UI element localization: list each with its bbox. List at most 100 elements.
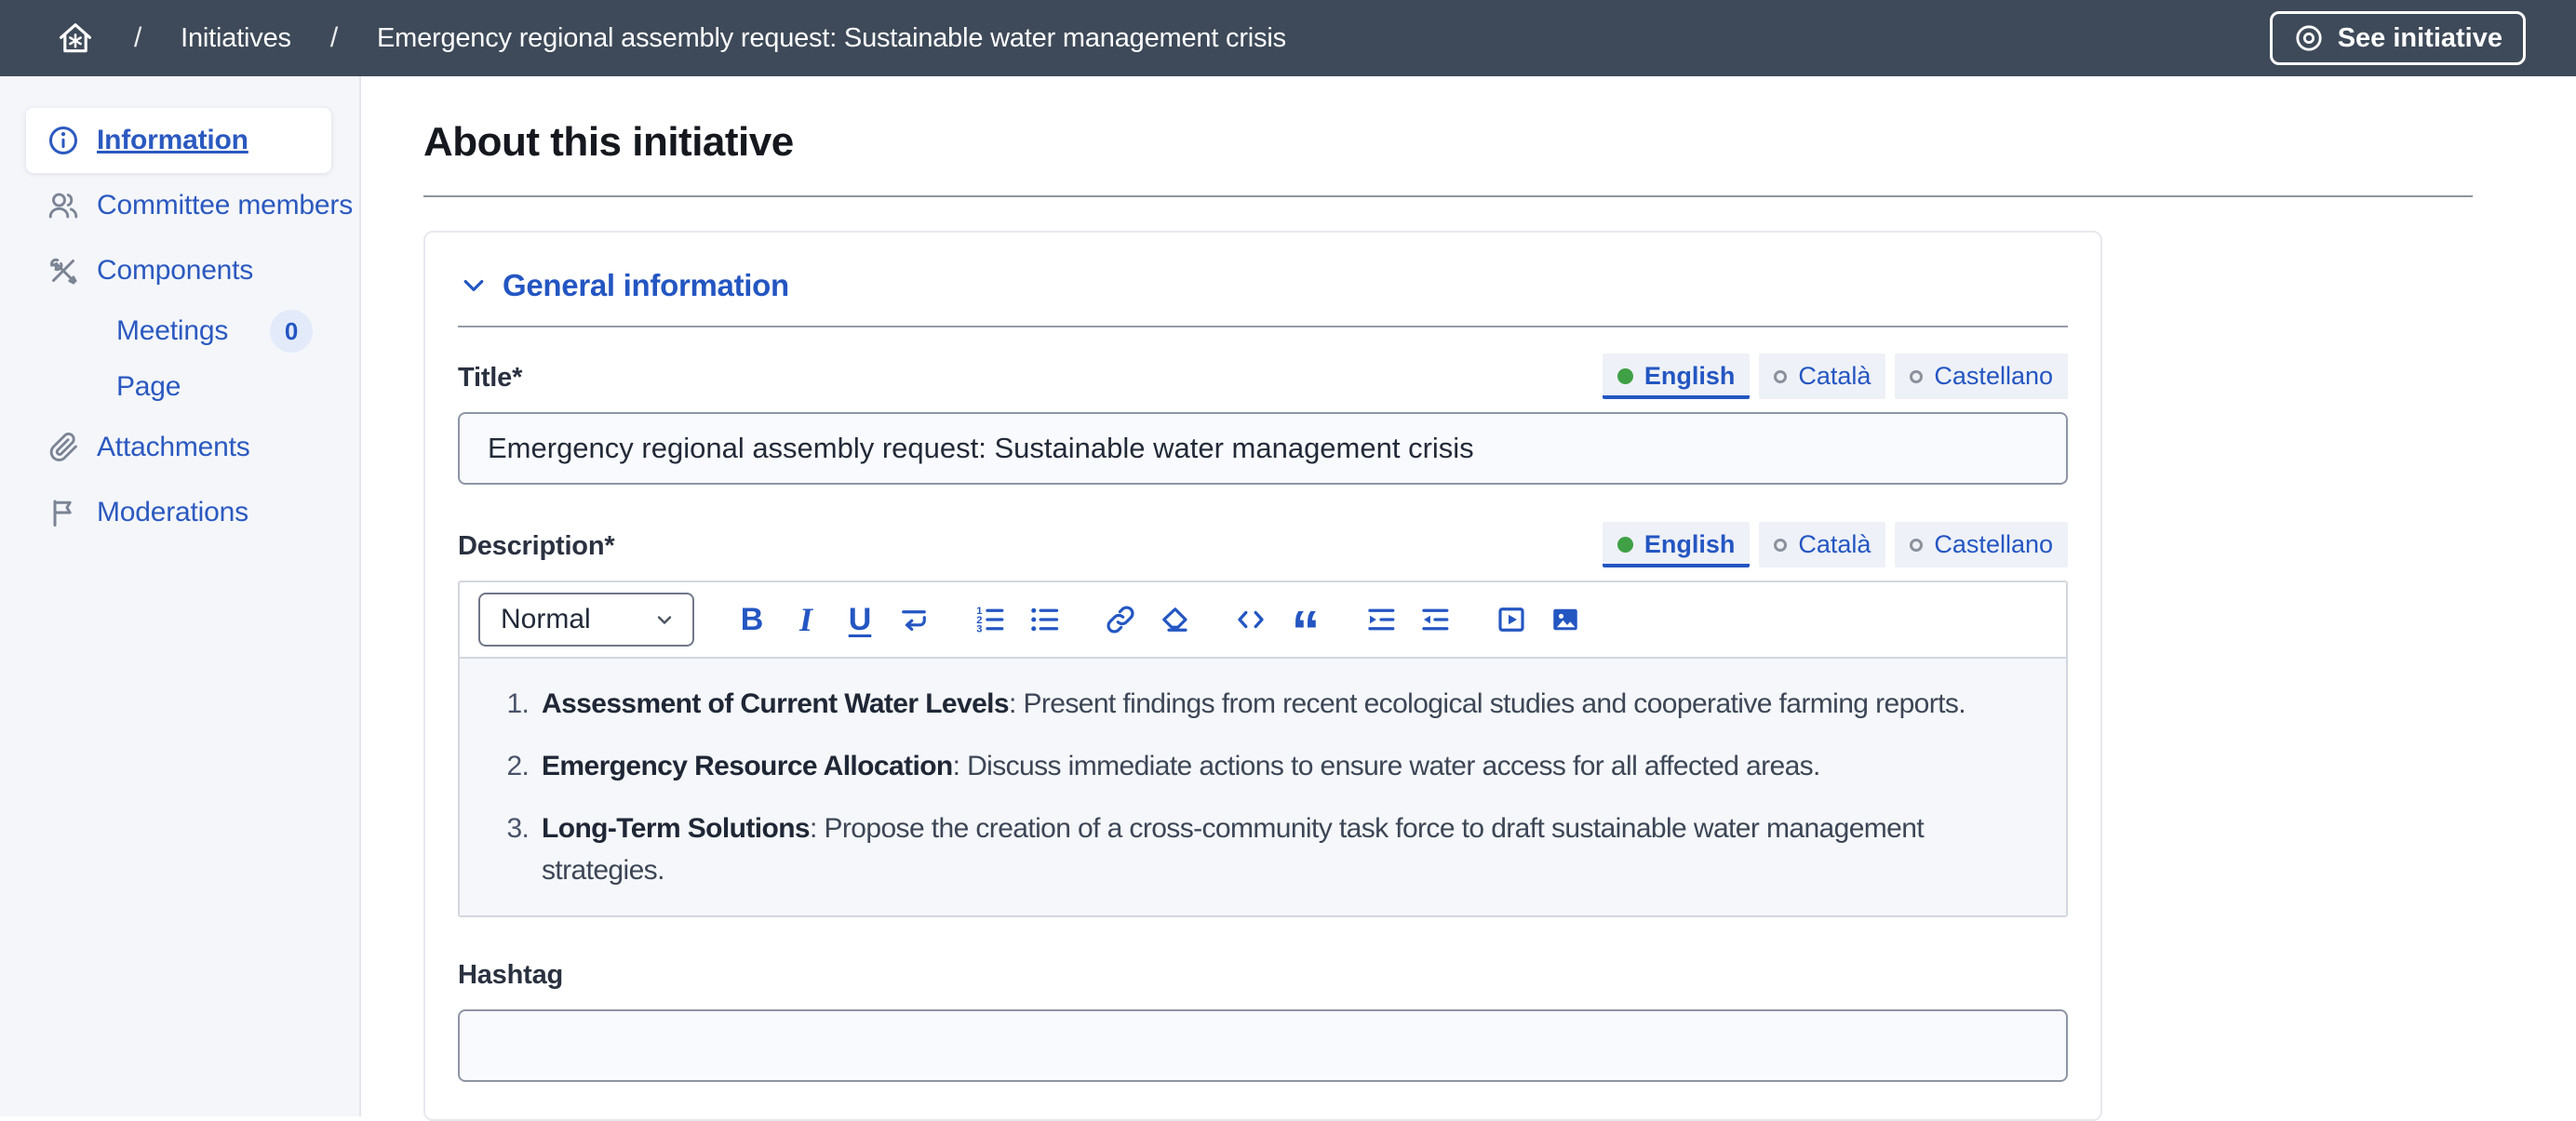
list-item-text: : Present findings from recent ecologica… — [1009, 688, 1966, 719]
see-initiative-label: See initiative — [2338, 23, 2502, 54]
language-tab-castellano[interactable]: Castellano — [1895, 354, 2068, 399]
home-gear-icon — [56, 19, 95, 58]
general-information-toggle[interactable]: General information — [458, 264, 789, 303]
sidebar-item-committee-members[interactable]: Committee members — [0, 173, 359, 238]
eye-icon — [2293, 22, 2325, 54]
toolbar-group-text-style: B I U — [730, 597, 936, 642]
language-tab-english[interactable]: English — [1603, 354, 1751, 399]
list-item: Long-Term Solutions: Propose the creatio… — [536, 807, 2044, 891]
title-input[interactable] — [458, 412, 2068, 485]
language-tab-catala[interactable]: Català — [1759, 354, 1885, 399]
toolbar-group-blocks: “ — [1228, 597, 1327, 642]
admin-home-link[interactable] — [56, 19, 95, 58]
main-content: About this initiative General informatio… — [361, 76, 2576, 1116]
hashtag-field-row: Hashtag — [458, 960, 2068, 996]
unordered-list-icon — [1027, 603, 1061, 636]
sidebar-item-information[interactable]: Information — [26, 108, 331, 173]
underline-button[interactable]: U — [838, 597, 882, 642]
language-empty-circle-icon — [1774, 539, 1787, 552]
hashtag-label: Hashtag — [458, 960, 563, 996]
description-field-row: Description* English Català Castellano — [458, 522, 2068, 567]
video-icon — [1495, 603, 1528, 636]
video-button[interactable] — [1489, 597, 1534, 642]
toolbar-group-indent — [1359, 597, 1457, 642]
sidebar-item-label: Information — [97, 125, 248, 156]
indent-increase-button[interactable] — [1359, 597, 1403, 642]
language-empty-circle-icon — [1910, 370, 1923, 383]
sidebar-item-label: Committee members — [97, 190, 353, 221]
description-rich-text-editor: Normal B I U — [458, 581, 2068, 917]
blockquote-button[interactable]: “ — [1282, 597, 1327, 642]
list-item-bold-text: Long-Term Solutions — [542, 813, 810, 844]
underline-icon: U — [849, 604, 872, 635]
bold-icon: B — [741, 604, 764, 635]
indent-decrease-icon — [1418, 603, 1452, 636]
language-selector: English Català Castellano — [1603, 354, 2068, 399]
language-tab-label: Català — [1798, 530, 1871, 559]
language-empty-circle-icon — [1774, 370, 1787, 383]
general-information-card: General information Title* English Catal… — [423, 231, 2102, 1121]
list-item-bold-text: Assessment of Current Water Levels — [542, 688, 1009, 719]
sidebar-item-attachments[interactable]: Attachments — [0, 415, 359, 480]
list-item-text: : Discuss immediate actions to ensure wa… — [953, 751, 1820, 781]
meetings-count-badge: 0 — [270, 310, 313, 353]
italic-button[interactable]: I — [784, 597, 828, 642]
topbar: / Initiatives / Emergency regional assem… — [0, 0, 2576, 76]
indent-decrease-button[interactable] — [1413, 597, 1457, 642]
language-tab-english[interactable]: English — [1603, 522, 1751, 567]
toolbar-group-link — [1098, 597, 1197, 642]
svg-text:3: 3 — [976, 624, 982, 635]
chevron-down-icon — [653, 608, 676, 631]
code-icon — [1234, 603, 1268, 636]
language-tab-label: English — [1644, 362, 1736, 391]
heading-divider — [423, 195, 2473, 197]
section-title: General information — [503, 268, 789, 303]
see-initiative-button[interactable]: See initiative — [2270, 11, 2526, 65]
link-button[interactable] — [1098, 597, 1143, 642]
image-button[interactable] — [1543, 597, 1588, 642]
bold-button[interactable]: B — [730, 597, 774, 642]
language-tab-label: English — [1644, 530, 1736, 559]
language-tab-label: Castellano — [1934, 530, 2053, 559]
sidebar-item-label: Attachments — [97, 432, 250, 463]
sidebar-item-moderations[interactable]: Moderations — [0, 480, 359, 545]
eraser-button[interactable] — [1152, 597, 1197, 642]
toolbar-group-media — [1489, 597, 1588, 642]
sidebar-item-label: Moderations — [97, 497, 248, 528]
language-tab-castellano[interactable]: Castellano — [1895, 522, 2068, 567]
flag-icon — [47, 496, 80, 529]
users-icon — [47, 189, 80, 222]
breadcrumb-separator: / — [134, 22, 141, 54]
paragraph-format-dropdown[interactable]: Normal — [478, 593, 694, 647]
ordered-list-button[interactable]: 1 2 3 — [968, 597, 1013, 642]
tools-icon — [47, 254, 80, 287]
paperclip-icon — [47, 431, 80, 464]
indent-increase-icon — [1364, 603, 1398, 636]
sidebar-item-meetings[interactable]: Meetings 0 — [0, 303, 359, 359]
sidebar-subitem-label: Page — [116, 371, 181, 403]
ordered-list-icon: 1 2 3 — [973, 603, 1007, 636]
code-view-button[interactable] — [1228, 597, 1273, 642]
unordered-list-button[interactable] — [1022, 597, 1067, 642]
language-empty-circle-icon — [1910, 539, 1923, 552]
sidebar-item-components[interactable]: Components — [0, 238, 359, 303]
title-label: Title* — [458, 363, 522, 399]
eraser-icon — [1158, 603, 1191, 636]
list-item: Emergency Resource Allocation: Discuss i… — [536, 745, 2044, 787]
description-label: Description* — [458, 531, 614, 567]
paragraph-format-value: Normal — [501, 604, 591, 635]
italic-icon: I — [799, 603, 812, 636]
language-complete-dot-icon — [1617, 537, 1633, 553]
image-icon — [1549, 603, 1582, 636]
sidebar-item-page[interactable]: Page — [0, 359, 359, 415]
editor-content-area[interactable]: Assessment of Current Water Levels: Pres… — [460, 659, 2066, 915]
line-break-button[interactable] — [892, 597, 936, 642]
language-tab-label: Català — [1798, 362, 1871, 391]
line-break-icon — [897, 603, 931, 636]
link-icon — [1104, 603, 1137, 636]
toolbar-group-lists: 1 2 3 — [968, 597, 1067, 642]
language-tab-label: Castellano — [1934, 362, 2053, 391]
language-tab-catala[interactable]: Català — [1759, 522, 1885, 567]
hashtag-input[interactable] — [458, 1009, 2068, 1082]
breadcrumb-initiatives-link[interactable]: Initiatives — [181, 23, 291, 54]
